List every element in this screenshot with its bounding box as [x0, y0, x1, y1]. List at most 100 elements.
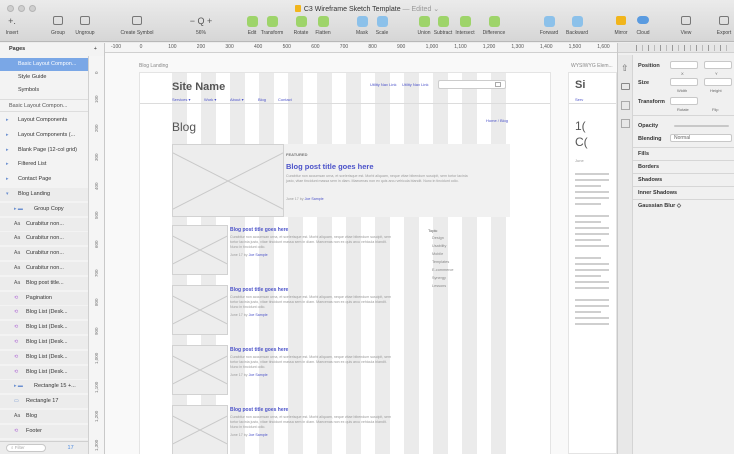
nav-link[interactable]: Services ▾ — [172, 97, 190, 102]
text-line — [575, 173, 609, 175]
blog-post-item[interactable]: Blog post title goes here Curabitur non a… — [172, 285, 422, 335]
post-title[interactable]: Blog post title goes here — [230, 227, 288, 233]
topic-link[interactable]: Design — [432, 236, 444, 240]
align-icon[interactable] — [648, 45, 655, 51]
ruler-top-label: 1,300 — [511, 44, 524, 50]
ruler-left-label: 1,200 — [94, 410, 99, 422]
toolbar-export-button[interactable]: Export — [706, 16, 734, 36]
align-icon[interactable] — [708, 45, 715, 51]
zoom-icon: − Q + — [189, 16, 213, 26]
nav-link[interactable]: About ▾ — [230, 97, 244, 102]
post-date: June 17 by — [230, 373, 248, 377]
nav-link[interactable]: Contact — [278, 97, 292, 102]
utility-link-1[interactable]: Utility Nav Link — [370, 82, 396, 87]
featured-post[interactable]: FEATURED Blog post title goes here Curab… — [172, 144, 510, 217]
toolbar-cloud-button[interactable]: Cloud — [625, 16, 661, 36]
layer-symbol-icon: ⟲ — [14, 368, 19, 375]
opacity-slider[interactable] — [674, 125, 729, 127]
nav-link[interactable]: Blog — [258, 97, 266, 102]
flip-label: Flip — [712, 107, 719, 112]
toolbar-view-button[interactable]: View — [668, 16, 704, 36]
toolbar-ungroup-button[interactable]: Ungroup — [67, 16, 103, 36]
breadcrumb[interactable]: Home / Blog — [486, 118, 508, 123]
blending-select[interactable]: Normal — [670, 134, 732, 142]
toolbar-label: Cloud — [636, 30, 650, 36]
search-icon[interactable] — [495, 82, 501, 87]
artboard-wysiwyg[interactable]: Si Serv 1( C( June — [568, 72, 617, 454]
share-icon[interactable]: ⇧ — [621, 63, 629, 74]
toolbar-scale-button[interactable]: Scale — [364, 16, 400, 36]
ruler-top-label: 900 — [397, 44, 406, 50]
align-icon[interactable] — [696, 45, 703, 51]
layer-text-icon: Aa — [14, 413, 21, 419]
layout-icon[interactable] — [621, 101, 630, 110]
align-icon[interactable] — [684, 45, 691, 51]
rotate-field[interactable] — [670, 97, 698, 105]
text-line — [575, 311, 601, 313]
post-body: Curabitur non accumsan urna, et sceleris… — [230, 295, 392, 309]
inspector-section-1[interactable]: Borders — [638, 164, 659, 170]
ruler-left-label: 500 — [94, 211, 99, 219]
align-icon[interactable] — [636, 45, 643, 51]
inspector-section-2[interactable]: Shadows — [638, 177, 662, 183]
text-line — [575, 269, 609, 271]
post-author[interactable]: Joe Sample — [249, 373, 268, 377]
layer-folder-icon: ▸ ▬ — [14, 383, 23, 390]
artboard2-label[interactable]: WYSIWYG Elem... — [571, 63, 613, 69]
post-title[interactable]: Blog post title goes here — [230, 407, 288, 413]
align-icon[interactable] — [660, 45, 667, 51]
nav-link[interactable]: Work ▾ — [204, 97, 216, 102]
post-author[interactable]: Joe Sample — [249, 313, 268, 317]
topic-link[interactable]: Synergy — [432, 276, 446, 280]
add-page-icon[interactable]: + — [94, 43, 97, 56]
toolbar-plus-button[interactable]: +. Insert — [0, 16, 30, 36]
post-meta: June 17 by Joe Sample — [230, 253, 268, 257]
blog-post-item[interactable]: Blog post title goes here Curabitur non a… — [172, 345, 422, 395]
grid-column — [491, 73, 506, 454]
section-divider — [633, 173, 734, 174]
x-field[interactable] — [670, 61, 698, 69]
layer-label: Pagination — [26, 294, 52, 301]
search-box[interactable] — [438, 80, 506, 89]
blog-post-item[interactable]: Blog post title goes here Curabitur non a… — [172, 405, 422, 454]
post-author[interactable]: Joe Sample — [249, 433, 268, 437]
artboard-label[interactable]: Blog Landing — [139, 63, 168, 69]
topic-link[interactable]: Usability — [432, 244, 446, 248]
featured-title[interactable]: Blog post title goes here — [286, 162, 374, 171]
layer-symbol-icon: ⟲ — [14, 353, 19, 360]
section-divider — [633, 186, 734, 187]
utility-link-2[interactable]: Utility Nav Link — [402, 82, 428, 87]
post-author[interactable]: Joe Sample — [249, 253, 268, 257]
ruler-top-label: 1,000 — [425, 44, 439, 50]
ruler-left-label: 100 — [94, 95, 99, 103]
topic-link[interactable]: E-commerce — [432, 268, 454, 272]
toolbar-difference-button[interactable]: Difference — [476, 16, 512, 36]
post-title[interactable]: Blog post title goes here — [230, 287, 288, 293]
post-body: Curabitur non accumsan urna, et sceleris… — [230, 235, 392, 249]
canvas[interactable]: Blog Landing WYSIWYG Elem... Site Name U… — [105, 53, 617, 454]
align-icon[interactable] — [672, 45, 679, 51]
inspector-section-0[interactable]: Fills — [638, 151, 649, 157]
width-field[interactable] — [670, 78, 698, 86]
top-ruler: -100 0 100 200 300 400 500 600 700 800 900 1,000 1,1… — [105, 43, 617, 53]
toolbar-flatten-button[interactable]: Flatten — [305, 16, 341, 36]
topic-link[interactable]: Templates — [432, 260, 449, 264]
toolbar-zoom-button[interactable]: − Q + 56% — [183, 16, 219, 36]
height-field[interactable] — [704, 78, 732, 86]
blog-post-item[interactable]: Blog post title goes here Curabitur non a… — [172, 225, 422, 275]
grid-icon[interactable] — [621, 119, 630, 128]
inspector-section-4[interactable]: Gaussian Blur ◇ — [638, 203, 681, 209]
toolbar-symbol-button[interactable]: Create Symbol — [119, 16, 155, 36]
filter-input[interactable]: ⌕ Filter — [6, 443, 46, 452]
post-title[interactable]: Blog post title goes here — [230, 347, 288, 353]
topic-link[interactable]: Mobile — [432, 252, 443, 256]
device-icon[interactable] — [621, 83, 630, 90]
inspector-section-3[interactable]: Inner Shadows — [638, 190, 677, 196]
toolbar-backward-button[interactable]: Backward — [559, 16, 595, 36]
artboard-blog-landing[interactable]: Site Name Utility Nav Link Utility Nav L… — [139, 72, 551, 454]
y-field[interactable] — [704, 61, 732, 69]
divider — [633, 115, 734, 116]
align-icon[interactable] — [720, 45, 727, 51]
blending-label: Blending — [638, 136, 662, 142]
topic-link[interactable]: Lessons — [432, 284, 446, 288]
